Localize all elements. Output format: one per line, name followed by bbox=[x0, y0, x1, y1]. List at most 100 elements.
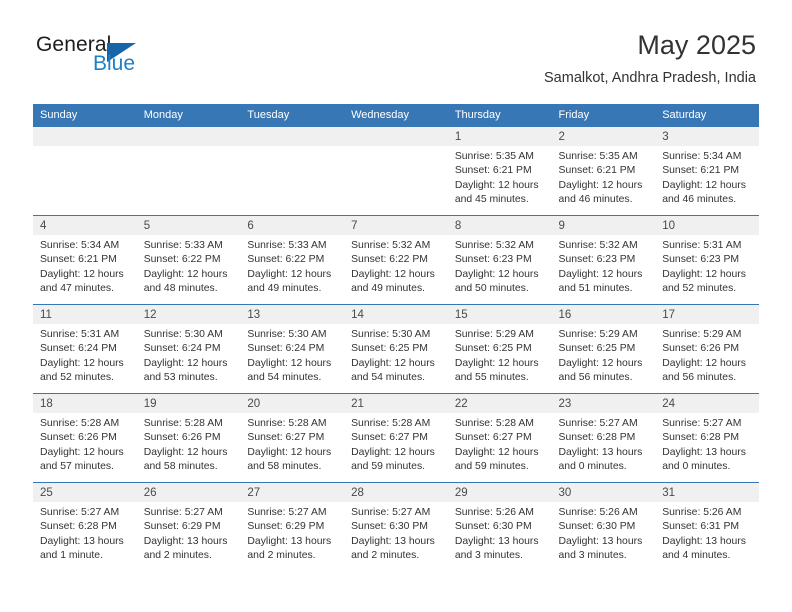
sunset-text: Sunset: 6:22 PM bbox=[143, 254, 221, 266]
daylight-text-line1: Daylight: 12 hours bbox=[351, 357, 435, 369]
calendar-cell-day-12[interactable]: 12 Sunrise: 5:30 AM Sunset: 6:24 PM Dayligh… bbox=[136, 304, 241, 394]
calendar-cell-day-30[interactable]: 30 Sunrise: 5:26 AM Sunset: 6:30 PM Dayligh… bbox=[551, 482, 656, 572]
calendar-cell-day-24[interactable]: 24 Sunrise: 5:27 AM Sunset: 6:28 PM Dayligh… bbox=[655, 393, 759, 483]
day-number: 31 bbox=[655, 483, 759, 502]
calendar-cell-day-20[interactable]: 20 Sunrise: 5:28 AM Sunset: 6:27 PM Dayligh… bbox=[240, 393, 345, 483]
day-number: 19 bbox=[136, 394, 241, 413]
day-number: 6 bbox=[240, 216, 345, 235]
daylight-text-line1: Daylight: 13 hours bbox=[558, 446, 643, 458]
brand-logo[interactable]: General Blue bbox=[36, 34, 236, 80]
daylight-text-line1: Daylight: 12 hours bbox=[247, 446, 332, 458]
calendar-cell-day-1[interactable]: 1 Sunrise: 5:35 AM Sunset: 6:21 PM Daylight… bbox=[447, 126, 552, 216]
calendar-cell-day-27[interactable]: 27 Sunrise: 5:27 AM Sunset: 6:29 PM Dayligh… bbox=[240, 482, 345, 572]
weekday-header-thursday: Thursday bbox=[447, 104, 552, 127]
sunset-text: Sunset: 6:25 PM bbox=[558, 343, 636, 355]
daylight-text-line2: and 4 minutes. bbox=[662, 550, 731, 562]
daylight-text-line2: and 2 minutes. bbox=[247, 550, 316, 562]
day-number: 3 bbox=[655, 127, 759, 146]
calendar-cell-day-3[interactable]: 3 Sunrise: 5:34 AM Sunset: 6:21 PM Daylight… bbox=[655, 126, 759, 216]
calendar-cell-day-10[interactable]: 10 Sunrise: 5:31 AM Sunset: 6:23 PM Dayligh… bbox=[655, 215, 759, 305]
weekday-header-saturday: Saturday bbox=[655, 104, 759, 127]
sunset-text: Sunset: 6:21 PM bbox=[454, 165, 532, 177]
daylight-text-line1: Daylight: 12 hours bbox=[143, 268, 228, 280]
sun-info: Sunrise: 5:27 AM Sunset: 6:28 PM Daylight:… bbox=[552, 413, 656, 474]
calendar-cell-day-25[interactable]: 25 Sunrise: 5:27 AM Sunset: 6:28 PM Dayligh… bbox=[33, 482, 137, 572]
calendar-cell-day-2[interactable]: 2 Sunrise: 5:35 AM Sunset: 6:21 PM Daylight… bbox=[551, 126, 656, 216]
calendar-week-row: 25 Sunrise: 5:27 AM Sunset: 6:28 PM Dayligh… bbox=[33, 482, 759, 572]
sunrise-text: Sunrise: 5:27 AM bbox=[143, 507, 223, 518]
daylight-text-line1: Daylight: 12 hours bbox=[558, 357, 643, 369]
sunrise-text: Sunrise: 5:28 AM bbox=[454, 418, 534, 429]
calendar-cell-day-23[interactable]: 23 Sunrise: 5:27 AM Sunset: 6:28 PM Dayligh… bbox=[551, 393, 656, 483]
sunset-text: Sunset: 6:26 PM bbox=[143, 432, 221, 444]
sunset-text: Sunset: 6:25 PM bbox=[454, 343, 532, 355]
daylight-text-line2: and 55 minutes. bbox=[454, 372, 529, 384]
daylight-text-line2: and 58 minutes. bbox=[143, 461, 218, 473]
calendar-cell-day-17[interactable]: 17 Sunrise: 5:29 AM Sunset: 6:26 PM Dayligh… bbox=[655, 304, 759, 394]
calendar-cell-day-31[interactable]: 31 Sunrise: 5:26 AM Sunset: 6:31 PM Dayligh… bbox=[655, 482, 759, 572]
daylight-text-line2: and 52 minutes. bbox=[662, 283, 737, 295]
calendar-cell-empty bbox=[33, 126, 137, 216]
sunset-text: Sunset: 6:29 PM bbox=[247, 521, 325, 533]
sunset-text: Sunset: 6:29 PM bbox=[143, 521, 221, 533]
calendar-cell-day-5[interactable]: 5 Sunrise: 5:33 AM Sunset: 6:22 PM Daylight… bbox=[136, 215, 241, 305]
sun-info: Sunrise: 5:33 AM Sunset: 6:22 PM Daylight:… bbox=[137, 235, 241, 296]
calendar-cell-day-11[interactable]: 11 Sunrise: 5:31 AM Sunset: 6:24 PM Dayligh… bbox=[33, 304, 137, 394]
sunrise-text: Sunrise: 5:27 AM bbox=[558, 418, 638, 429]
day-number: 25 bbox=[33, 483, 137, 502]
daylight-text-line1: Daylight: 13 hours bbox=[247, 535, 332, 547]
calendar-cell-day-19[interactable]: 19 Sunrise: 5:28 AM Sunset: 6:26 PM Dayligh… bbox=[136, 393, 241, 483]
calendar-cell-day-6[interactable]: 6 Sunrise: 5:33 AM Sunset: 6:22 PM Daylight… bbox=[240, 215, 345, 305]
sunset-text: Sunset: 6:28 PM bbox=[662, 432, 740, 444]
sun-info: Sunrise: 5:27 AM Sunset: 6:29 PM Daylight:… bbox=[137, 502, 241, 563]
calendar-cell-day-21[interactable]: 21 Sunrise: 5:28 AM Sunset: 6:27 PM Dayligh… bbox=[344, 393, 448, 483]
calendar-cell-day-14[interactable]: 14 Sunrise: 5:30 AM Sunset: 6:25 PM Dayligh… bbox=[344, 304, 448, 394]
day-number: 20 bbox=[240, 394, 345, 413]
sun-info: Sunrise: 5:28 AM Sunset: 6:27 PM Daylight:… bbox=[344, 413, 448, 474]
daylight-text-line2: and 57 minutes. bbox=[40, 461, 114, 473]
sunset-text: Sunset: 6:21 PM bbox=[558, 165, 636, 177]
calendar-cell-day-13[interactable]: 13 Sunrise: 5:30 AM Sunset: 6:24 PM Dayligh… bbox=[240, 304, 345, 394]
daylight-text-line1: Daylight: 13 hours bbox=[454, 535, 539, 547]
sunset-text: Sunset: 6:22 PM bbox=[247, 254, 325, 266]
sunset-text: Sunset: 6:21 PM bbox=[662, 165, 740, 177]
day-number: 5 bbox=[136, 216, 241, 235]
calendar-cell-day-22[interactable]: 22 Sunrise: 5:28 AM Sunset: 6:27 PM Dayligh… bbox=[447, 393, 552, 483]
sunrise-text: Sunrise: 5:34 AM bbox=[40, 240, 120, 251]
sunrise-text: Sunrise: 5:34 AM bbox=[662, 151, 742, 162]
sunset-text: Sunset: 6:30 PM bbox=[351, 521, 428, 533]
daylight-text-line2: and 2 minutes. bbox=[351, 550, 420, 562]
daylight-text-line2: and 49 minutes. bbox=[351, 283, 426, 295]
day-number: 4 bbox=[33, 216, 137, 235]
sun-info: Sunrise: 5:29 AM Sunset: 6:25 PM Daylight:… bbox=[552, 324, 656, 385]
sunrise-text: Sunrise: 5:28 AM bbox=[247, 418, 327, 429]
daylight-text-line1: Daylight: 12 hours bbox=[40, 357, 124, 369]
calendar-cell-day-18[interactable]: 18 Sunrise: 5:28 AM Sunset: 6:26 PM Dayligh… bbox=[33, 393, 137, 483]
daylight-text-line2: and 54 minutes. bbox=[351, 372, 426, 384]
calendar-cell-day-15[interactable]: 15 Sunrise: 5:29 AM Sunset: 6:25 PM Dayligh… bbox=[447, 304, 552, 394]
sunrise-text: Sunrise: 5:30 AM bbox=[143, 329, 223, 340]
daylight-text-line2: and 2 minutes. bbox=[143, 550, 212, 562]
calendar-body: 1 Sunrise: 5:35 AM Sunset: 6:21 PM Daylight… bbox=[33, 126, 759, 572]
day-number: 18 bbox=[33, 394, 137, 413]
day-number: 11 bbox=[33, 305, 137, 324]
daylight-text-line1: Daylight: 12 hours bbox=[454, 357, 539, 369]
daylight-text-line2: and 59 minutes. bbox=[351, 461, 426, 473]
calendar-cell-day-29[interactable]: 29 Sunrise: 5:26 AM Sunset: 6:30 PM Dayligh… bbox=[447, 482, 552, 572]
sunrise-text: Sunrise: 5:32 AM bbox=[558, 240, 638, 251]
calendar-cell-day-26[interactable]: 26 Sunrise: 5:27 AM Sunset: 6:29 PM Dayligh… bbox=[136, 482, 241, 572]
calendar-cell-day-28[interactable]: 28 Sunrise: 5:27 AM Sunset: 6:30 PM Dayligh… bbox=[344, 482, 448, 572]
sunrise-text: Sunrise: 5:28 AM bbox=[143, 418, 223, 429]
daylight-text-line1: Daylight: 12 hours bbox=[351, 268, 435, 280]
daylight-text-line2: and 56 minutes. bbox=[558, 372, 633, 384]
day-number: 1 bbox=[447, 127, 552, 146]
calendar-cell-day-7[interactable]: 7 Sunrise: 5:32 AM Sunset: 6:22 PM Daylight… bbox=[344, 215, 448, 305]
calendar-cell-day-4[interactable]: 4 Sunrise: 5:34 AM Sunset: 6:21 PM Daylight… bbox=[33, 215, 137, 305]
day-number: 14 bbox=[344, 305, 448, 324]
page-header: General Blue May 2025 Samalkot, Andhra P… bbox=[0, 0, 792, 86]
calendar-week-row: 1 Sunrise: 5:35 AM Sunset: 6:21 PM Daylight… bbox=[33, 126, 759, 216]
calendar-cell-day-9[interactable]: 9 Sunrise: 5:32 AM Sunset: 6:23 PM Daylight… bbox=[551, 215, 656, 305]
sun-info: Sunrise: 5:34 AM Sunset: 6:21 PM Daylight:… bbox=[655, 146, 759, 207]
calendar-cell-day-8[interactable]: 8 Sunrise: 5:32 AM Sunset: 6:23 PM Daylight… bbox=[447, 215, 552, 305]
calendar-cell-day-16[interactable]: 16 Sunrise: 5:29 AM Sunset: 6:25 PM Dayligh… bbox=[551, 304, 656, 394]
